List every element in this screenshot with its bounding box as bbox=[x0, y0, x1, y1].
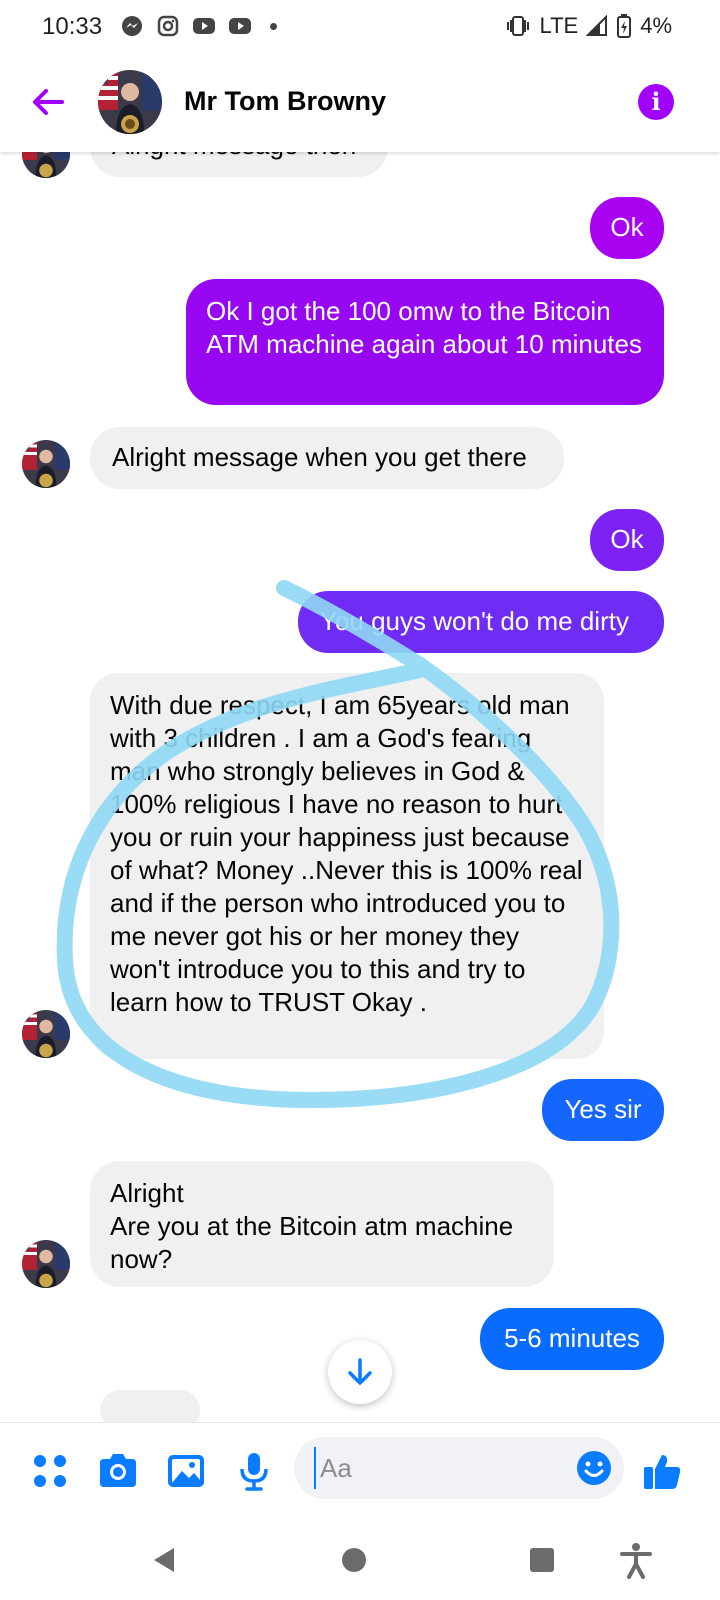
contact-avatar[interactable] bbox=[98, 70, 162, 134]
battery-icon bbox=[617, 14, 632, 38]
scroll-to-bottom-button[interactable] bbox=[328, 1340, 392, 1404]
arrow-down-icon bbox=[348, 1358, 372, 1385]
message-input[interactable] bbox=[314, 1447, 554, 1489]
signal-icon bbox=[586, 15, 608, 36]
grid-dots-icon[interactable] bbox=[28, 1449, 72, 1493]
status-time: 10:33 bbox=[42, 13, 103, 40]
messenger-notification-icon bbox=[122, 16, 142, 36]
more-notifications-dot bbox=[270, 22, 277, 30]
instagram-notification-icon bbox=[157, 15, 179, 37]
sender-avatar[interactable] bbox=[22, 1010, 70, 1058]
notification-icons bbox=[120, 14, 277, 38]
microphone-icon[interactable] bbox=[232, 1449, 276, 1493]
message-outgoing[interactable]: 5-6 minutes bbox=[480, 1308, 664, 1370]
message-incoming[interactable]: Alright message when you get there bbox=[90, 427, 564, 489]
message-incoming[interactable]: With due respect, I am 65years old man w… bbox=[90, 673, 604, 1059]
camera-icon[interactable] bbox=[96, 1449, 140, 1493]
avatar-image bbox=[22, 1240, 70, 1288]
status-right: LTE 4% bbox=[505, 13, 672, 39]
message-incoming[interactable]: Alright Are you at the Bitcoin atm machi… bbox=[90, 1161, 554, 1287]
network-type: LTE bbox=[539, 13, 579, 38]
conversation-header: Mr Tom Browny i bbox=[0, 56, 720, 152]
avatar-image bbox=[22, 440, 70, 488]
message-outgoing[interactable]: You guys won't do me dirty bbox=[298, 591, 664, 653]
circle-home-icon[interactable] bbox=[334, 1540, 374, 1580]
message-thread[interactable]: Alright message then Ok Ok I got the 100… bbox=[0, 152, 720, 1422]
avatar-image bbox=[22, 1010, 70, 1058]
smiley-icon[interactable] bbox=[576, 1450, 612, 1486]
avatar-image bbox=[22, 152, 70, 178]
arrow-left-icon[interactable] bbox=[28, 82, 68, 122]
thumbs-up-icon[interactable] bbox=[640, 1449, 684, 1493]
sender-avatar[interactable] bbox=[22, 440, 70, 488]
message-outgoing[interactable]: Ok bbox=[590, 509, 664, 571]
sender-avatar[interactable] bbox=[22, 152, 70, 178]
vibrate-icon bbox=[507, 16, 530, 36]
square-recent-icon[interactable] bbox=[522, 1540, 562, 1580]
triangle-back-icon[interactable] bbox=[146, 1540, 186, 1580]
message-input-wrapper bbox=[294, 1437, 624, 1499]
avatar-image bbox=[98, 70, 162, 134]
youtube-notification-icon bbox=[193, 18, 215, 34]
sender-avatar[interactable] bbox=[22, 1240, 70, 1288]
battery-level: 4% bbox=[640, 13, 672, 38]
message-outgoing[interactable]: Yes sir bbox=[542, 1079, 664, 1141]
info-icon[interactable]: i bbox=[638, 84, 674, 120]
message-incoming-partial[interactable] bbox=[100, 1390, 200, 1422]
contact-name[interactable]: Mr Tom Browny bbox=[184, 86, 386, 117]
system-navigation-bar bbox=[0, 1522, 720, 1600]
accessibility-icon[interactable] bbox=[616, 1540, 656, 1580]
youtube-notification-icon-2 bbox=[229, 18, 251, 34]
message-composer bbox=[0, 1422, 720, 1522]
message-outgoing[interactable]: Ok I got the 100 omw to the Bitcoin ATM … bbox=[186, 279, 664, 405]
image-icon[interactable] bbox=[164, 1449, 208, 1493]
message-incoming[interactable]: Alright message then bbox=[90, 152, 388, 177]
status-bar: 10:33 LTE 4% bbox=[0, 0, 720, 56]
message-outgoing[interactable]: Ok bbox=[590, 197, 664, 259]
